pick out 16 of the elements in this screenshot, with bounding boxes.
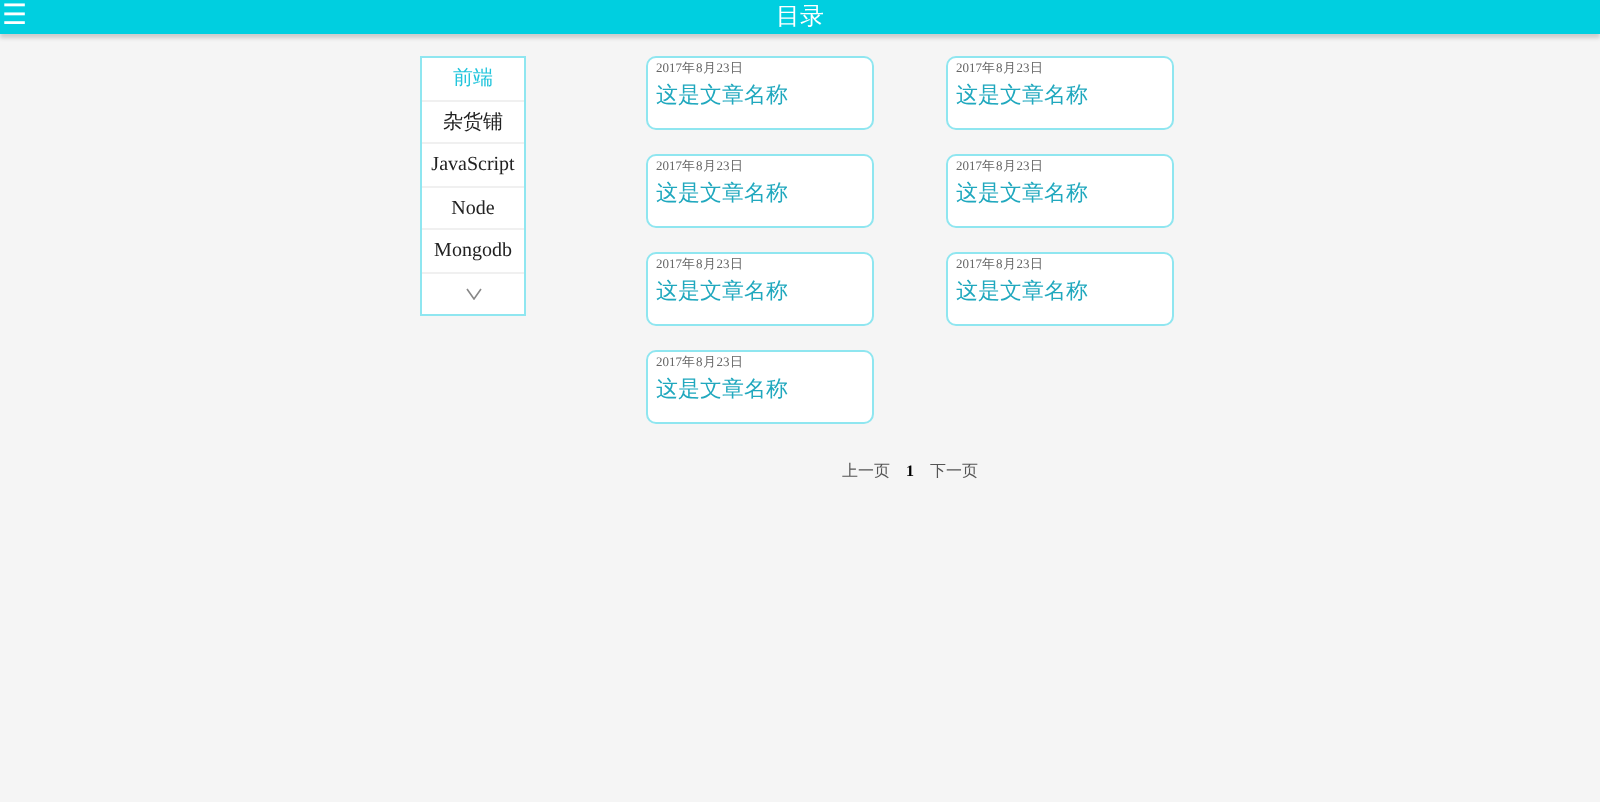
sidebar-item[interactable]: JavaScript [422, 144, 524, 187]
page-link[interactable]: 1 [906, 460, 914, 484]
article-title: 这是文章名称 [956, 276, 1090, 308]
article-title: 这是文章名称 [656, 276, 790, 308]
article-title: 这是文章名称 [956, 178, 1090, 210]
sidebar-item[interactable]: Mongodb [422, 230, 524, 273]
sidebar-item[interactable]: Node [422, 187, 524, 230]
article-title: 这是文章名称 [656, 80, 790, 112]
article-title: 这是文章名称 [656, 374, 790, 406]
page-title: 目录 [776, 0, 824, 34]
article-title: 这是文章名称 [956, 80, 1090, 112]
next-page-link[interactable]: 下一页 [930, 460, 978, 484]
sidebar-item[interactable]: 杂货铺 [422, 101, 524, 144]
prev-page-link[interactable]: 上一页 [842, 460, 890, 484]
article-title: 这是文章名称 [656, 178, 790, 210]
chevron-down-icon[interactable] [465, 287, 481, 299]
